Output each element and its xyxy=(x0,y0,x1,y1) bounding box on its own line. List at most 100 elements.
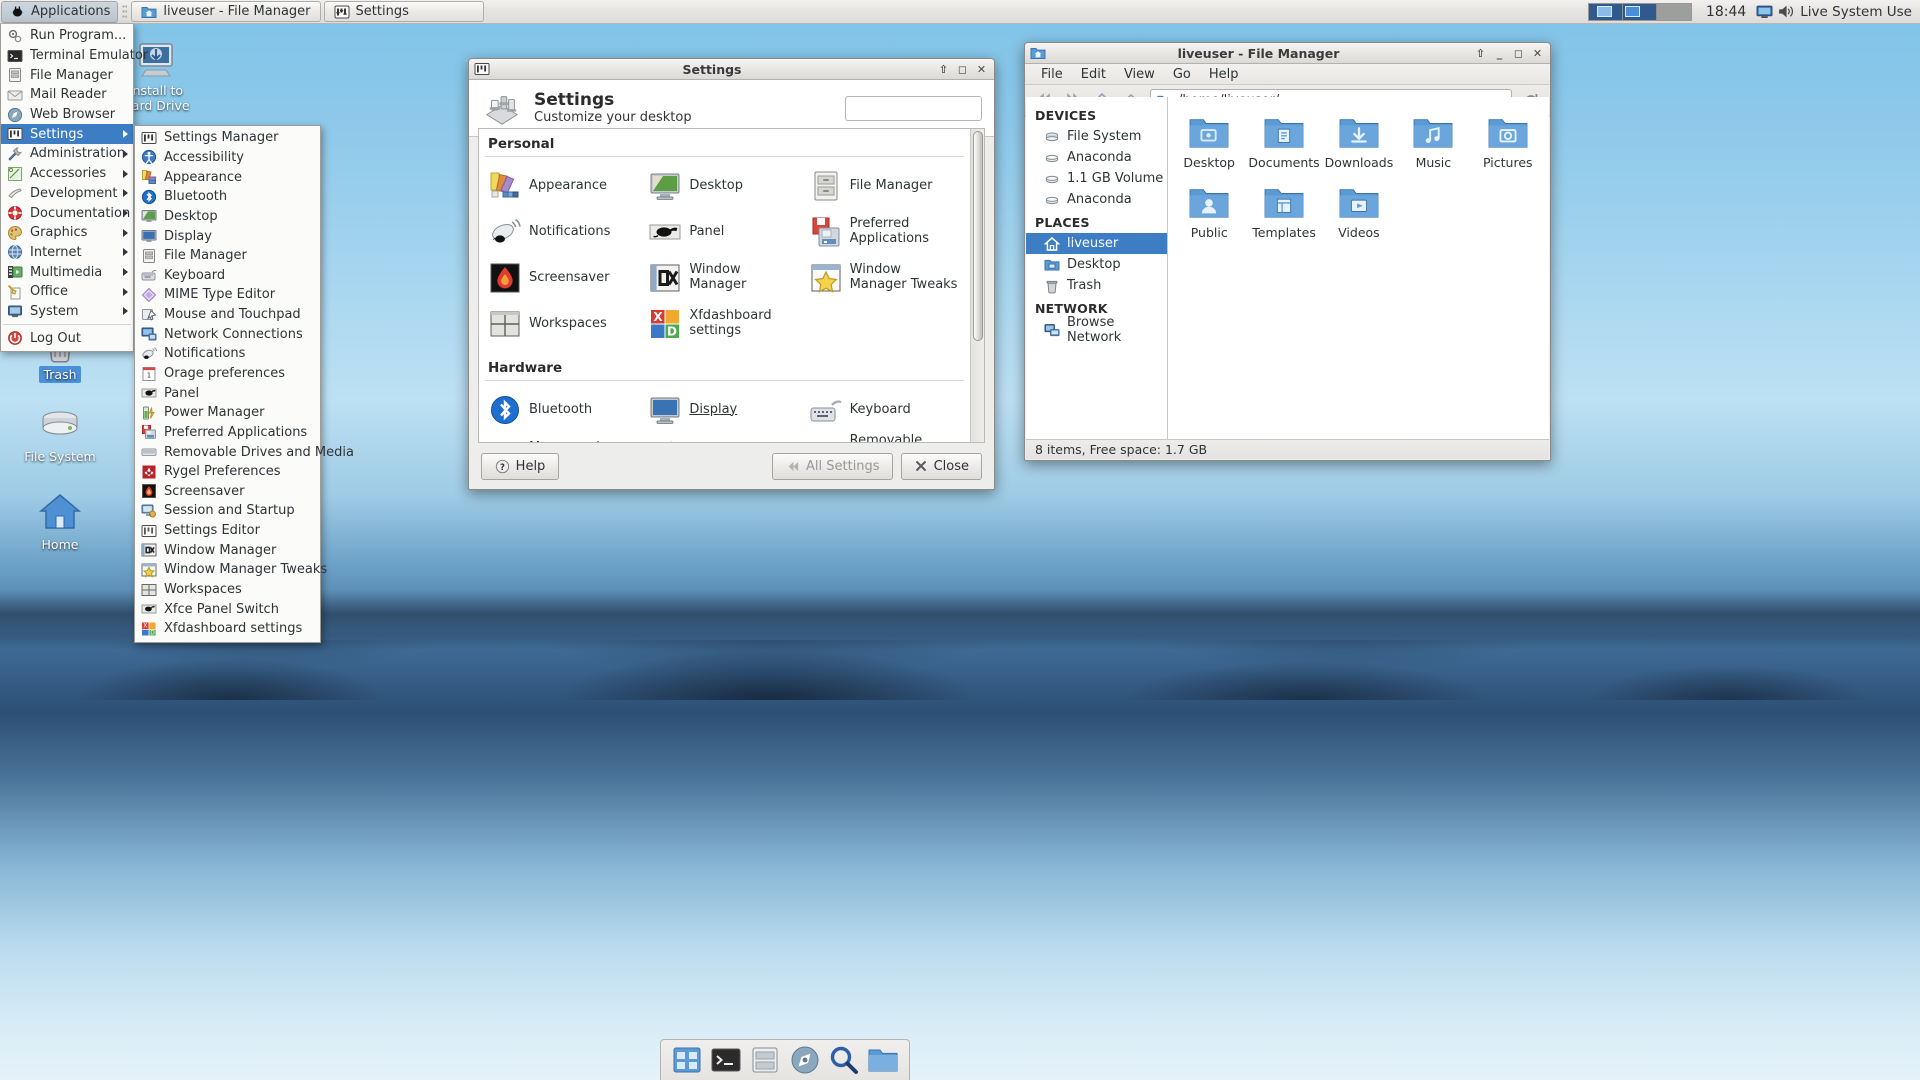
submenu-item-mouse-and-touchpad[interactable]: Mouse and Touchpad xyxy=(135,305,320,325)
file-manager-icon[interactable] xyxy=(749,1044,781,1076)
menu-item-terminal-emulator[interactable]: Terminal Emulator xyxy=(1,46,148,66)
file-item-desktop[interactable]: Desktop xyxy=(1172,107,1246,177)
sidebar-item-anaconda-1[interactable]: Anaconda xyxy=(1026,147,1167,168)
menu-item-office[interactable]: Office xyxy=(1,282,133,302)
settings-item-desktop[interactable]: Desktop xyxy=(645,163,805,209)
sidebar-item-desktop[interactable]: Desktop xyxy=(1026,254,1167,275)
sidebar-item-anaconda-2[interactable]: Anaconda xyxy=(1026,189,1167,210)
settings-scroll-area[interactable]: Personal Appearance Desktop File Manager… xyxy=(479,129,970,442)
app-finder-icon[interactable] xyxy=(671,1044,703,1076)
settings-item-keyboard[interactable]: Keyboard xyxy=(806,387,966,433)
menu-item-development[interactable]: Development xyxy=(1,184,133,204)
menu-item-graphics[interactable]: Graphics xyxy=(1,223,133,243)
menubar-help[interactable]: Help xyxy=(1200,64,1248,85)
settings-item-power-manager[interactable]: Power Manager xyxy=(645,433,805,442)
submenu-item-orage-preferences[interactable]: 1 Orage preferences xyxy=(135,364,320,384)
settings-item-mouse-and-touchpad[interactable]: Mouse and Touchpad xyxy=(485,433,645,442)
submenu-item-preferred-applications[interactable]: Preferred Applications xyxy=(135,423,320,443)
shade-button[interactable]: ⇧ xyxy=(934,61,953,78)
settings-item-screensaver[interactable]: Screensaver xyxy=(485,255,645,301)
web-browser-icon[interactable] xyxy=(789,1044,821,1076)
settings-item-preferred-applications[interactable]: Preferred Applications xyxy=(806,209,966,255)
file-item-videos[interactable]: Videos xyxy=(1322,177,1396,247)
menu-item-run-program[interactable]: Run Program... xyxy=(1,26,133,46)
menubar-edit[interactable]: Edit xyxy=(1072,64,1115,85)
menu-item-documentation[interactable]: Documentation xyxy=(1,203,133,223)
submenu-item-screensaver[interactable]: Screensaver xyxy=(135,482,320,502)
panel-username[interactable]: Live System Use xyxy=(1796,4,1920,20)
submenu-item-window-manager-tweaks[interactable]: Window Manager Tweaks xyxy=(135,560,327,580)
settings-vertical-scrollbar[interactable] xyxy=(970,129,984,442)
file-item-documents[interactable]: Documents xyxy=(1246,107,1321,177)
close-button[interactable]: ✕ xyxy=(1528,45,1547,62)
workspace-2[interactable] xyxy=(1622,3,1657,20)
settings-search-box[interactable] xyxy=(845,95,1012,121)
maximize-button[interactable]: ◻ xyxy=(953,61,972,78)
close-button[interactable]: ✕ xyxy=(972,61,991,78)
menu-item-mail-reader[interactable]: Mail Reader xyxy=(1,85,133,105)
close-settings-button[interactable]: Close xyxy=(900,452,982,480)
submenu-item-notifications[interactable]: Notifications xyxy=(135,344,320,364)
sidebar-item-file-system[interactable]: File System xyxy=(1026,126,1167,147)
menu-item-log-out[interactable]: Log Out xyxy=(1,328,133,348)
sidebar-item-trash[interactable]: Trash xyxy=(1026,275,1167,296)
menu-item-internet[interactable]: Internet xyxy=(1,243,133,263)
settings-item-removable-drives-and-media[interactable]: Removable Drives and Media xyxy=(806,433,966,442)
file-manager-titlebar[interactable]: liveuser - File Manager ⇧ _ ◻ ✕ xyxy=(1025,43,1550,64)
submenu-item-panel[interactable]: Panel xyxy=(135,383,320,403)
file-item-pictures[interactable]: Pictures xyxy=(1471,107,1545,177)
file-item-music[interactable]: Music xyxy=(1396,107,1470,177)
folder-icon[interactable] xyxy=(867,1044,899,1076)
menubar-file[interactable]: File xyxy=(1032,64,1072,85)
settings-titlebar[interactable]: Settings ⇧ ◻ ✕ xyxy=(469,59,994,80)
sidebar-item-volume[interactable]: 1.1 GB Volume xyxy=(1026,168,1167,189)
settings-item-workspaces[interactable]: Workspaces xyxy=(485,301,645,347)
workspace-1[interactable] xyxy=(1588,3,1623,20)
submenu-item-appearance[interactable]: Appearance xyxy=(135,167,320,187)
submenu-item-settings-editor[interactable]: Settings Editor xyxy=(135,521,320,541)
submenu-item-network-connections[interactable]: Network Connections xyxy=(135,324,320,344)
settings-item-bluetooth[interactable]: Bluetooth xyxy=(485,387,645,433)
submenu-item-mime-type-editor[interactable]: MIME Type Editor xyxy=(135,285,320,305)
menu-item-administration[interactable]: Administration xyxy=(1,144,133,164)
menubar-view[interactable]: View xyxy=(1115,64,1164,85)
settings-item-notifications[interactable]: Notifications xyxy=(485,209,645,255)
submenu-item-workspaces[interactable]: Workspaces xyxy=(135,580,320,600)
minimize-button[interactable]: _ xyxy=(1490,45,1509,62)
submenu-item-window-manager[interactable]: Window Manager xyxy=(135,540,320,560)
desktop-icon-home[interactable]: Home xyxy=(12,488,108,553)
submenu-item-display[interactable]: Display xyxy=(135,226,320,246)
menu-item-accessories[interactable]: Accessories xyxy=(1,164,133,184)
submenu-item-session-and-startup[interactable]: Session and Startup xyxy=(135,501,320,521)
file-item-downloads[interactable]: Downloads xyxy=(1322,107,1396,177)
file-item-templates[interactable]: Templates xyxy=(1246,177,1321,247)
settings-item-window-manager-tweaks[interactable]: Window Manager Tweaks xyxy=(806,255,966,301)
menu-item-web-browser[interactable]: Web Browser xyxy=(1,105,133,125)
submenu-item-xfdashboard-settings[interactable]: X D Xfdashboard settings xyxy=(135,619,320,639)
terminal-icon[interactable] xyxy=(710,1044,742,1076)
submenu-item-file-manager[interactable]: File Manager xyxy=(135,246,320,266)
submenu-item-power-manager[interactable]: Power Manager xyxy=(135,403,320,423)
menu-item-settings[interactable]: Settings xyxy=(1,124,133,145)
submenu-item-keyboard[interactable]: Keyboard xyxy=(135,265,320,285)
search-icon[interactable] xyxy=(828,1044,860,1076)
submenu-item-removable-drives-and-media[interactable]: Removable Drives and Media xyxy=(135,442,354,462)
menu-item-system[interactable]: System xyxy=(1,302,133,322)
submenu-item-settings-manager[interactable]: Settings Manager xyxy=(135,128,320,148)
workspace-switcher[interactable] xyxy=(1587,2,1692,21)
sidebar-item-browse-network[interactable]: Browse Network xyxy=(1026,315,1167,345)
menubar-go[interactable]: Go xyxy=(1164,64,1200,85)
settings-item-window-manager[interactable]: Window Manager xyxy=(645,255,805,301)
applications-menu-button[interactable]: Applications xyxy=(1,0,119,23)
settings-item-file-manager[interactable]: File Manager xyxy=(806,163,966,209)
maximize-button[interactable]: ◻ xyxy=(1509,45,1528,62)
network-tray-icon[interactable] xyxy=(1756,3,1773,20)
menu-item-file-manager[interactable]: File Manager xyxy=(1,65,133,85)
help-button[interactable]: ? Help xyxy=(481,452,559,480)
panel-clock[interactable]: 18:44 xyxy=(1698,4,1754,20)
submenu-item-bluetooth[interactable]: Bluetooth xyxy=(135,187,320,207)
taskbar-item-file-manager[interactable]: liveuser - File Manager xyxy=(131,1,321,22)
sidebar-item-liveuser[interactable]: liveuser xyxy=(1026,233,1167,254)
taskbar-item-settings[interactable]: Settings xyxy=(323,1,484,22)
file-manager-content[interactable]: Desktop Documents Downloads Music Pictur… xyxy=(1168,97,1549,439)
